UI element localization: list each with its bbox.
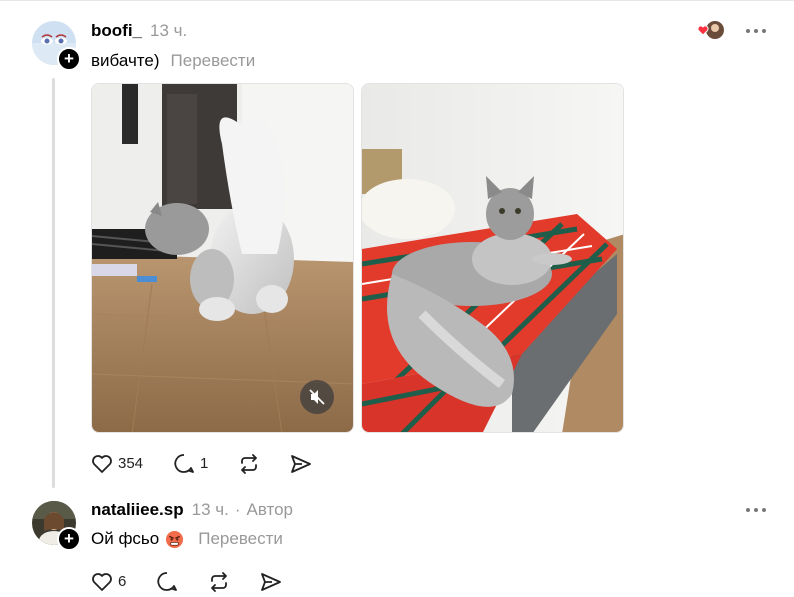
reply-meta: nataliiee.sp 13 ч. · Автор (91, 500, 293, 520)
reply-more-button[interactable] (746, 508, 770, 512)
post-more-button[interactable] (746, 29, 770, 33)
like-button[interactable]: 354 (91, 454, 143, 474)
reply-text: Ой фсьо (91, 529, 160, 548)
heart-icon (92, 454, 112, 473)
angry-face-emoji-icon (166, 530, 184, 548)
post-actions: 354 1 (91, 453, 342, 474)
more-dots-icon (746, 29, 750, 33)
reply-comment-button[interactable] (156, 571, 178, 592)
post-photo[interactable] (361, 83, 624, 433)
liked-by-author-indicator (697, 20, 725, 40)
reply-actions: 6 (91, 571, 312, 592)
reply-like-button[interactable]: 6 (91, 572, 126, 592)
dot (762, 508, 766, 512)
cat-photo (362, 84, 623, 432)
comment-icon (157, 572, 178, 591)
more-dots-icon (746, 508, 750, 512)
muted-speaker-icon (309, 389, 325, 405)
author-badge: Автор (246, 500, 294, 519)
reply-like-count: 6 (118, 573, 127, 590)
like-count: 354 (118, 455, 144, 472)
heart-icon (697, 21, 724, 39)
dot (754, 29, 758, 33)
comment-button[interactable]: 1 (173, 453, 208, 474)
meta-separator: · (234, 500, 241, 519)
post-username[interactable]: boofi_ (91, 21, 142, 41)
reply-time: 13 ч. (191, 500, 229, 519)
comment-count: 1 (200, 455, 209, 472)
threads-post-view: + boofi_ 13 ч. вибачте) Перевести 354 1 … (0, 0, 794, 597)
post-video[interactable] (91, 83, 354, 433)
post-text-row: вибачте) Перевести (91, 51, 255, 71)
reply-repost-button[interactable] (208, 571, 230, 592)
mute-toggle-button[interactable] (300, 380, 334, 414)
reply-share-button[interactable] (260, 572, 282, 592)
reply-text-row: Ой фсьо Перевести (91, 529, 283, 549)
dot (754, 508, 758, 512)
comment-icon (174, 454, 194, 473)
reply-translate-link[interactable]: Перевести (198, 529, 283, 549)
post-text: вибачте) (91, 51, 160, 70)
post-translate-link[interactable]: Перевести (171, 51, 256, 71)
share-button[interactable] (290, 454, 312, 474)
reply-username[interactable]: nataliiee.sp (91, 500, 184, 520)
follow-plus-icon[interactable]: + (57, 47, 81, 71)
follow-plus-icon[interactable]: + (57, 527, 81, 551)
thread-connector-line (52, 78, 55, 488)
post-time: 13 ч. (150, 21, 188, 40)
repost-icon (241, 453, 258, 474)
send-icon (261, 572, 282, 591)
dot (762, 29, 766, 33)
divider (0, 0, 794, 1)
send-icon (291, 454, 312, 473)
post-meta: boofi_ 13 ч. (91, 21, 187, 41)
repost-icon (211, 571, 228, 592)
repost-button[interactable] (238, 453, 260, 474)
heart-icon (92, 572, 112, 591)
